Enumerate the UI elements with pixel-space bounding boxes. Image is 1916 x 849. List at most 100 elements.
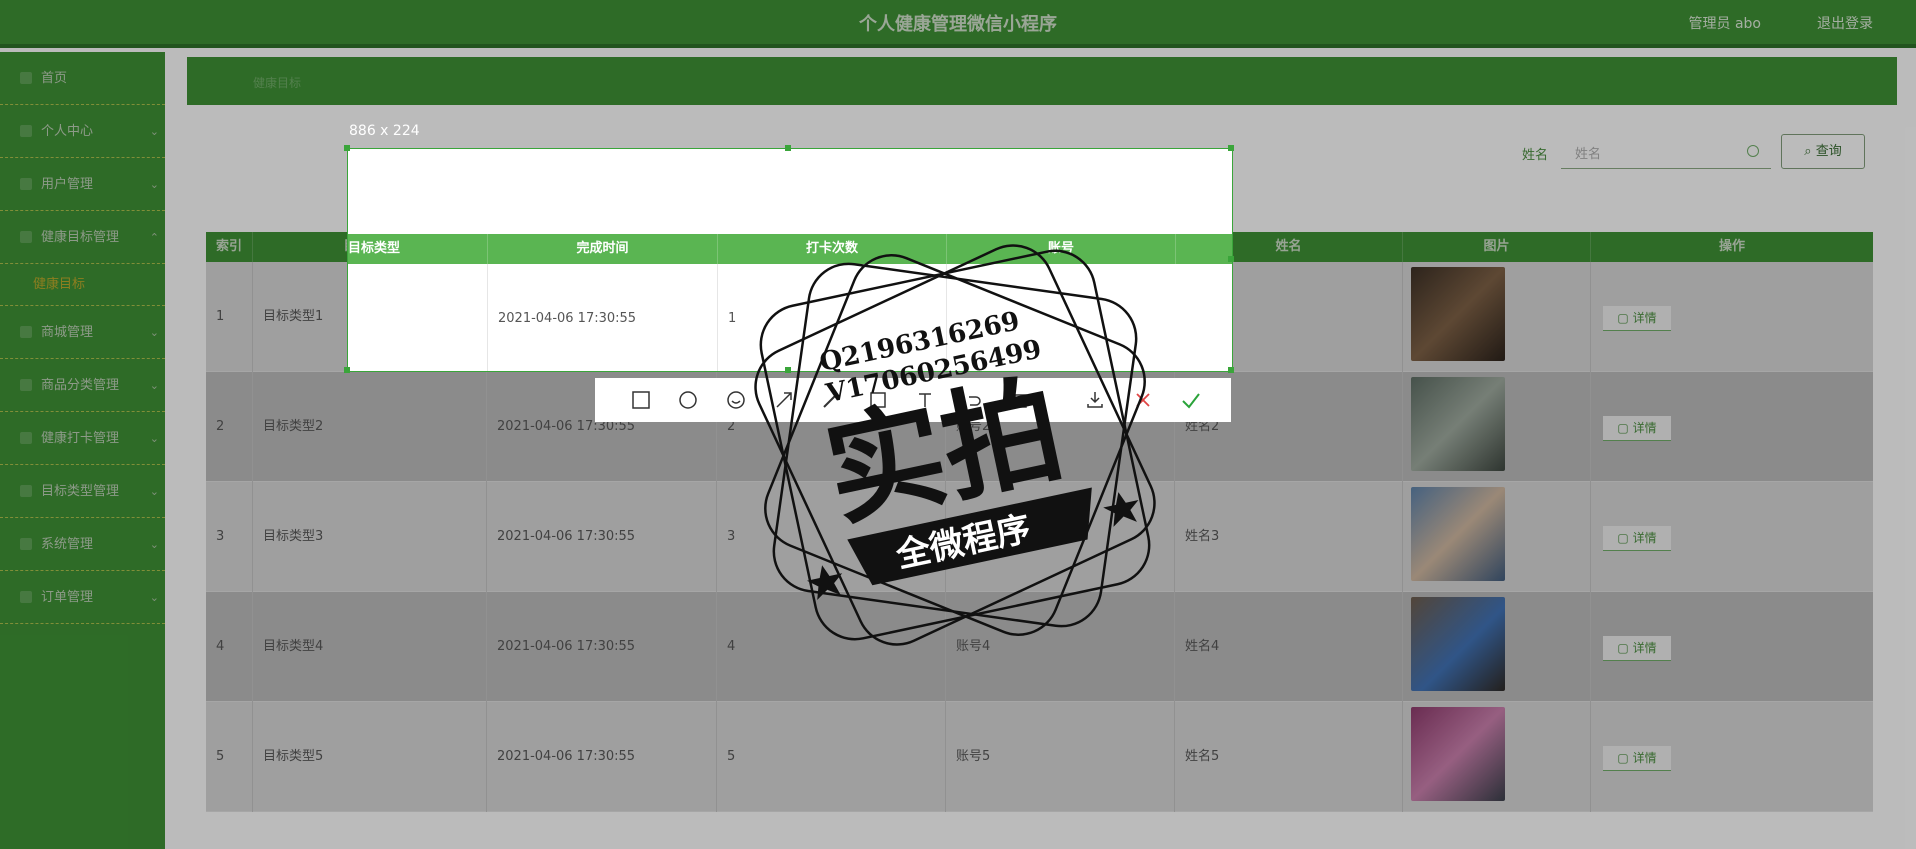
cell-type: 目标类型2 <box>253 372 487 482</box>
cell-count: 3 <box>717 482 946 592</box>
chevron-down-icon: ⌄ <box>149 178 159 191</box>
selection-table-row: 2021-04-06 17:30:55 1 <box>348 264 1232 371</box>
detail-button-label: 详情 <box>1632 641 1657 655</box>
user-icon <box>20 125 32 137</box>
detail-button-label: 详情 <box>1632 531 1657 545</box>
resize-handle[interactable] <box>344 145 350 151</box>
search-label: 姓名 <box>1522 148 1549 163</box>
table-row: 3 目标类型3 2021-04-06 17:30:55 3 账号3 姓名3 ▢ 详情 <box>206 482 1873 592</box>
resize-handle[interactable] <box>1228 367 1234 373</box>
sidebar-item-checkin-management[interactable]: 健康打卡管理 ⌄ <box>0 412 165 465</box>
sidebar-item-health-goal[interactable]: 健康目标 <box>0 264 165 306</box>
sidebar-item-personal-center[interactable]: 个人中心 ⌄ <box>0 105 165 158</box>
selection-table-header: 目标类型 完成时间 打卡次数 账号 <box>348 234 1232 264</box>
sidebar-item-goal-type-management[interactable]: 目标类型管理 ⌄ <box>0 465 165 518</box>
resize-handle[interactable] <box>785 367 791 373</box>
chevron-down-icon: ⌄ <box>149 125 159 138</box>
fitness-photo <box>1411 267 1505 361</box>
detail-button[interactable]: ▢ 详情 <box>1603 306 1671 331</box>
col-header-index: 索引 <box>206 232 253 262</box>
sidebar-item-label: 商城管理 <box>41 325 94 340</box>
app-title: 个人健康管理微信小程序 <box>859 14 1057 35</box>
resize-handle[interactable] <box>1228 256 1234 262</box>
document-icon: ▢ <box>1617 311 1633 325</box>
cell-type: 目标类型3 <box>253 482 487 592</box>
cell-time: 2021-04-06 17:30:55 <box>487 482 717 592</box>
close-icon[interactable] <box>1131 388 1155 412</box>
sidebar-item-home[interactable]: 首页 <box>0 52 165 105</box>
sidebar-item-mall-management[interactable]: 商城管理 ⌄ <box>0 306 165 359</box>
sidebar-item-label: 系统管理 <box>41 537 94 552</box>
resize-handle[interactable] <box>1228 145 1234 151</box>
cell-account: 账号5 <box>946 702 1175 812</box>
home-icon <box>20 72 32 84</box>
chevron-down-icon: ⌄ <box>149 538 159 551</box>
cell-time: 2021-04-06 17:30:55 <box>487 592 717 702</box>
chevron-up-icon: ⌃ <box>149 231 159 244</box>
chevron-down-icon: ⌄ <box>149 379 159 392</box>
document-icon: ▢ <box>1617 751 1633 765</box>
detail-button[interactable]: ▢ 详情 <box>1603 526 1671 551</box>
search-icon <box>1747 145 1759 157</box>
copy-tool-icon[interactable] <box>1008 388 1032 412</box>
logout-link[interactable]: 退出登录 <box>1817 13 1873 33</box>
text-tool-icon[interactable] <box>913 388 937 412</box>
document-icon: ▢ <box>1617 641 1633 655</box>
ellipse-tool-icon[interactable] <box>676 388 700 412</box>
mosaic-tool-icon[interactable] <box>866 388 890 412</box>
cell-index: 1 <box>206 262 253 372</box>
sidebar-item-order-management[interactable]: 订单管理 ⌄ <box>0 571 165 624</box>
breadcrumb-item[interactable]: 健康目标 <box>253 74 301 91</box>
rectangle-tool-icon[interactable] <box>629 388 653 412</box>
query-button-label: 查询 <box>1815 144 1842 159</box>
detail-button[interactable]: ▢ 详情 <box>1603 416 1671 441</box>
download-icon[interactable] <box>1083 388 1107 412</box>
pen-tool-icon[interactable] <box>819 388 843 412</box>
cell-time: 2021-04-06 17:30:55 <box>488 264 718 371</box>
sidebar-item-label: 目标类型管理 <box>41 484 120 499</box>
sidebar-item-label: 首页 <box>41 71 68 86</box>
table-row: 5 目标类型5 2021-04-06 17:30:55 5 账号5 姓名5 ▢ 详情 <box>206 702 1873 812</box>
detail-button[interactable]: ▢ 详情 <box>1603 746 1671 771</box>
cell-image <box>1403 702 1591 812</box>
arrow-tool-icon[interactable] <box>772 388 796 412</box>
undo-tool-icon[interactable] <box>961 388 985 412</box>
top-bar: 个人健康管理微信小程序 管理员 abo 退出登录 <box>0 0 1916 48</box>
emoji-tool-icon[interactable] <box>724 388 748 412</box>
table-row: 4 目标类型4 2021-04-06 17:30:55 4 账号4 姓名4 ▢ 详情 <box>206 592 1873 702</box>
cell-image <box>1403 372 1591 482</box>
selection-size-label: 886 x 224 <box>349 123 420 139</box>
document-icon: ▢ <box>1617 531 1633 545</box>
sidebar-item-user-management[interactable]: 用户管理 ⌄ <box>0 158 165 211</box>
resize-handle[interactable] <box>344 367 350 373</box>
sidebar-item-health-goal-management[interactable]: 健康目标管理 ⌃ <box>0 211 165 264</box>
sidebar-item-category-management[interactable]: 商品分类管理 ⌄ <box>0 359 165 412</box>
cell-account: 账号3 <box>946 482 1175 592</box>
cell-type: 目标类型4 <box>253 592 487 702</box>
document-icon: ▢ <box>1617 421 1633 435</box>
selection-region[interactable]: 目标类型 完成时间 打卡次数 账号 2021-04-06 17:30:55 1 <box>347 148 1233 372</box>
resize-handle[interactable] <box>785 145 791 151</box>
cell-index: 4 <box>206 592 253 702</box>
cell-name: 姓名3 <box>1175 482 1403 592</box>
fitness-photo <box>1411 377 1505 471</box>
search-placeholder: 姓名 <box>1575 147 1602 162</box>
sidebar-item-label: 个人中心 <box>41 124 94 139</box>
detail-button[interactable]: ▢ 详情 <box>1603 636 1671 661</box>
breadcrumb: 健康目标 <box>187 57 1897 105</box>
cell-image <box>1403 592 1591 702</box>
cell-count: 5 <box>717 702 946 812</box>
sidebar-item-system-management[interactable]: 系统管理 ⌄ <box>0 518 165 571</box>
sidebar-item-label: 健康目标管理 <box>41 230 120 245</box>
chevron-down-icon: ⌄ <box>149 326 159 339</box>
check-icon[interactable] <box>1179 388 1203 412</box>
settings-icon <box>20 538 32 550</box>
checkin-icon <box>20 432 32 444</box>
cell-account: 账号4 <box>946 592 1175 702</box>
users-icon <box>20 178 32 190</box>
query-button[interactable]: ⌕ 查询 <box>1781 134 1865 169</box>
order-icon <box>20 591 32 603</box>
chevron-down-icon: ⌄ <box>149 432 159 445</box>
list-icon <box>20 485 32 497</box>
admin-label: 管理员 abo <box>1688 16 1761 32</box>
